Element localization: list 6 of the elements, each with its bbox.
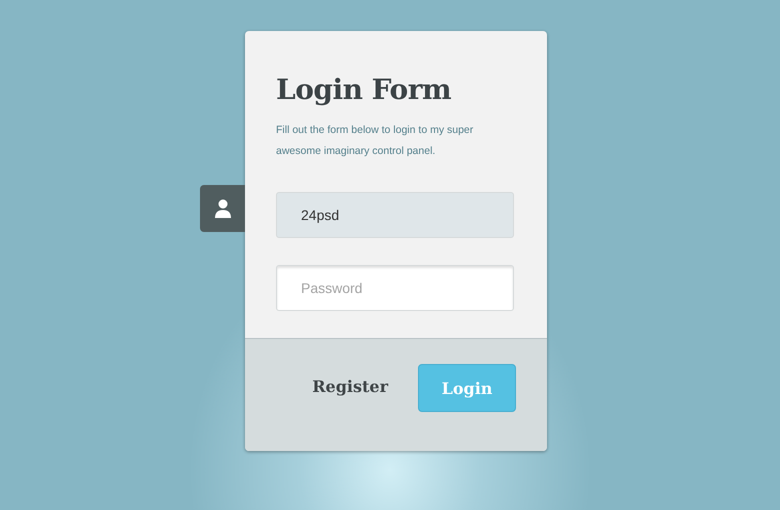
form-title: Login Form [276,73,452,106]
password-field[interactable]: Password [276,265,514,311]
username-field[interactable]: 24psd [276,192,514,238]
register-link[interactable]: Register [312,377,388,396]
user-icon [214,198,230,218]
form-description: Fill out the form below to login to my super awesome imaginary control panel. [276,123,474,159]
